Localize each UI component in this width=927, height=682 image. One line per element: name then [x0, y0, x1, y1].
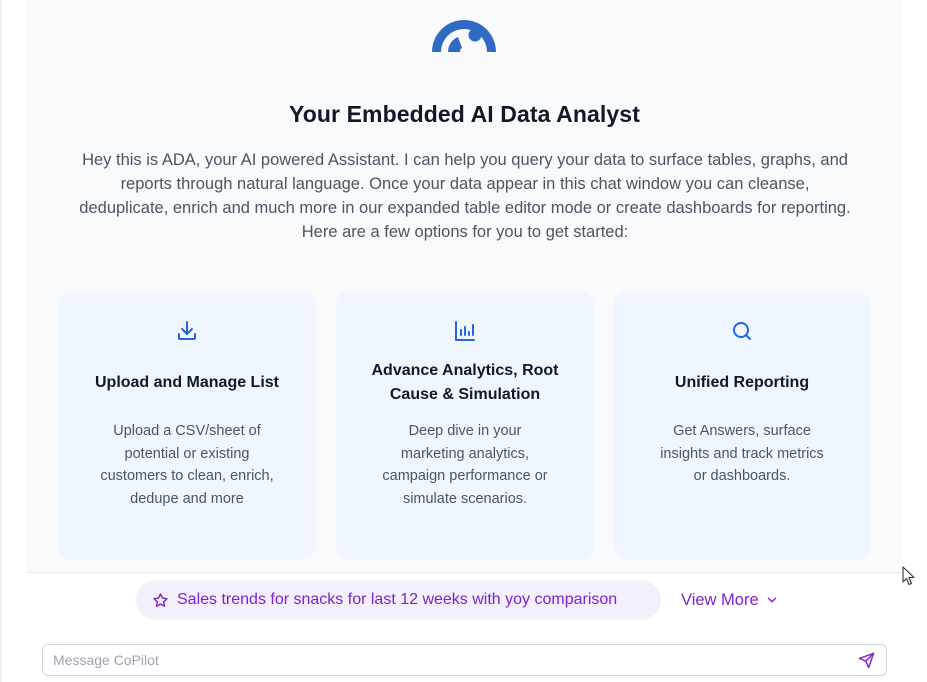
- card-description: Get Answers, surface insights and track …: [660, 423, 824, 485]
- card-advance-analytics[interactable]: Advance Analytics, Root Cause & Simulati…: [336, 291, 594, 560]
- card-unified-reporting[interactable]: Unified Reporting Get Answers, surface i…: [613, 291, 871, 560]
- card-title: Advance Analytics, Root Cause & Simulati…: [371, 362, 559, 403]
- send-icon: [858, 652, 874, 668]
- mouse-cursor-icon: [902, 566, 915, 586]
- star-icon: [153, 592, 168, 607]
- suggestion-chip[interactable]: Sales trends for snacks for last 12 week…: [136, 580, 661, 620]
- intro-text: Hey this is ADA, your AI powered Assista…: [79, 151, 851, 241]
- card-description: Deep dive in your marketing analytics, c…: [382, 423, 548, 508]
- ada-logo: [432, 20, 496, 52]
- view-more-label: View More: [681, 590, 759, 609]
- chevron-down-icon: [767, 597, 776, 603]
- card-title: Upload and Manage List: [94, 374, 279, 391]
- page-title: Your Embedded AI Data Analyst: [289, 101, 640, 127]
- view-more-button[interactable]: View More: [681, 580, 779, 620]
- download-icon: [178, 321, 196, 340]
- card-upload-manage-list[interactable]: Upload and Manage List Upload a CSV/shee…: [58, 291, 316, 560]
- message-input[interactable]: [53, 652, 856, 668]
- divider: [27, 572, 902, 573]
- card-description: Upload a CSV/sheet of potential or exist…: [100, 423, 274, 508]
- bar-chart-icon: [455, 321, 475, 341]
- suggestion-text: Sales trends for snacks for last 12 week…: [177, 591, 618, 608]
- app-page: Your Embedded AI Data Analyst Hey this i…: [0, 0, 927, 682]
- search-icon: [733, 322, 751, 340]
- left-border: [0, 0, 2, 682]
- card-title: Unified Reporting: [674, 374, 810, 391]
- message-box: [42, 644, 887, 676]
- send-button[interactable]: [856, 650, 876, 670]
